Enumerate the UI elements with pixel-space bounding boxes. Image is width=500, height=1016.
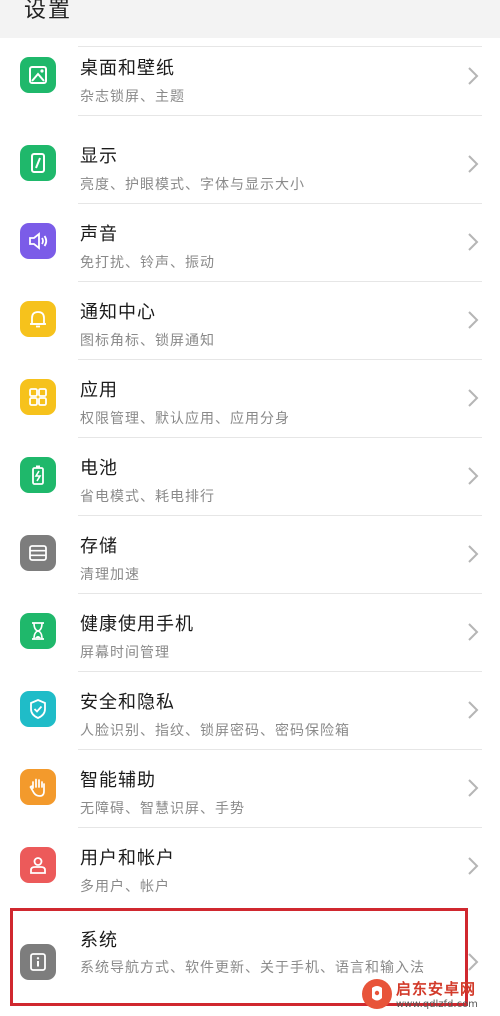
chevron-right-icon	[466, 700, 480, 720]
item-title: 电池	[80, 458, 118, 479]
apps-grid-icon	[20, 379, 56, 415]
item-subtitle: 多用户、帐户	[80, 879, 170, 895]
shield-icon	[20, 691, 56, 727]
settings-item-digital-wellbeing[interactable]: 健康使用手机 屏幕时间管理	[0, 594, 500, 672]
item-title: 桌面和壁纸	[80, 58, 175, 79]
settings-item-battery[interactable]: 电池 省电模式、耗电排行	[0, 438, 500, 516]
watermark: 启东安卓网 www.qdlzfd.com	[362, 976, 496, 1012]
chevron-right-icon	[466, 232, 480, 252]
chevron-right-icon	[466, 466, 480, 486]
item-subtitle: 图标角标、锁屏通知	[80, 333, 215, 349]
speaker-icon	[20, 223, 56, 259]
chevron-right-icon	[466, 388, 480, 408]
chevron-right-icon	[466, 856, 480, 876]
storage-icon	[20, 535, 56, 571]
item-subtitle: 免打扰、铃声、振动	[80, 255, 215, 271]
item-title: 通知中心	[80, 302, 156, 323]
settings-item-security-privacy[interactable]: 安全和隐私 人脸识别、指纹、锁屏密码、密码保险箱	[0, 672, 500, 750]
display-icon	[20, 145, 56, 181]
battery-icon	[20, 457, 56, 493]
settings-item-apps[interactable]: 应用 权限管理、默认应用、应用分身	[0, 360, 500, 438]
chevron-right-icon	[466, 154, 480, 174]
item-title: 应用	[80, 380, 118, 401]
item-title: 健康使用手机	[80, 614, 194, 635]
item-title: 智能辅助	[80, 770, 156, 791]
hand-icon	[20, 769, 56, 805]
chevron-right-icon	[466, 544, 480, 564]
watermark-logo-icon	[362, 979, 392, 1009]
item-title: 声音	[80, 224, 118, 245]
item-subtitle: 人脸识别、指纹、锁屏密码、密码保险箱	[80, 723, 350, 739]
item-subtitle: 清理加速	[80, 567, 140, 583]
settings-item-users-accounts[interactable]: 用户和帐户 多用户、帐户	[0, 828, 500, 906]
item-title: 用户和帐户	[80, 848, 175, 869]
wallpaper-icon	[20, 57, 56, 93]
watermark-name: 启东安卓网	[396, 980, 477, 998]
chevron-right-icon	[466, 310, 480, 330]
item-subtitle: 权限管理、默认应用、应用分身	[80, 411, 290, 427]
watermark-url: www.qdlzfd.com	[396, 999, 478, 1010]
item-subtitle: 无障碍、智慧识屏、手势	[80, 801, 245, 817]
settings-item-wallpaper[interactable]: 桌面和壁纸 杂志锁屏、主题	[0, 38, 500, 116]
user-icon	[20, 847, 56, 883]
item-subtitle: 杂志锁屏、主题	[80, 89, 185, 105]
settings-item-sound[interactable]: 声音 免打扰、铃声、振动	[0, 204, 500, 282]
item-title: 显示	[80, 146, 118, 167]
chevron-right-icon	[466, 952, 480, 972]
chevron-right-icon	[466, 622, 480, 642]
item-subtitle: 省电模式、耗电排行	[80, 489, 215, 505]
settings-item-storage[interactable]: 存储 清理加速	[0, 516, 500, 594]
bell-icon	[20, 301, 56, 337]
item-title: 存储	[80, 536, 118, 557]
settings-item-display[interactable]: 显示 亮度、护眼模式、字体与显示大小	[0, 126, 500, 204]
settings-item-smart-assist[interactable]: 智能辅助 无障碍、智慧识屏、手势	[0, 750, 500, 828]
page-title: 设置	[24, 0, 73, 23]
item-subtitle: 亮度、护眼模式、字体与显示大小	[80, 177, 305, 193]
hourglass-icon	[20, 613, 56, 649]
settings-item-notification[interactable]: 通知中心 图标角标、锁屏通知	[0, 282, 500, 360]
header: 设置	[0, 0, 500, 38]
chevron-right-icon	[466, 66, 480, 86]
divider	[78, 115, 482, 116]
chevron-right-icon	[466, 778, 480, 798]
item-title: 安全和隐私	[80, 692, 175, 713]
item-subtitle: 屏幕时间管理	[80, 645, 170, 661]
